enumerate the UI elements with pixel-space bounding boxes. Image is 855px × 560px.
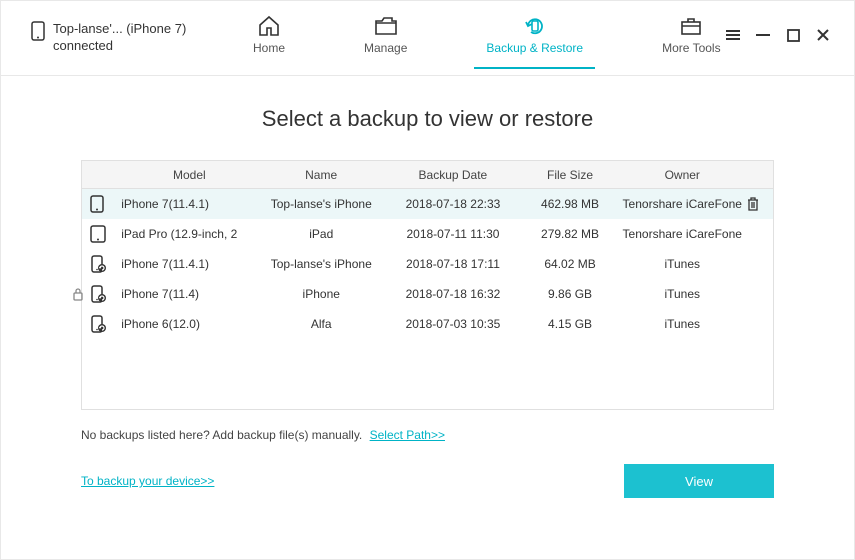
- titlebar: Top-lanse'... (iPhone 7) connected Home …: [1, 1, 854, 76]
- cell-owner: iTunes: [619, 287, 746, 301]
- cell-owner: Tenorshare iCareFone: [619, 227, 746, 241]
- table-row[interactable]: iPhone 6(12.0)Alfa2018-07-03 10:354.15 G…: [82, 309, 773, 339]
- phone-sync-icon: [90, 255, 106, 273]
- phone-icon: [90, 195, 104, 213]
- cell-date: 2018-07-18 17:11: [385, 257, 522, 271]
- tab-more-tools-label: More Tools: [662, 41, 720, 55]
- cell-model: iPhone 7(11.4.1): [121, 257, 258, 271]
- tablet-icon: [90, 225, 106, 243]
- lock-icon: [81, 287, 84, 301]
- cell-size: 9.86 GB: [521, 287, 619, 301]
- backup-table: Model Name Backup Date File Size Owner i…: [81, 160, 774, 410]
- tab-more-tools[interactable]: More Tools: [650, 7, 732, 69]
- cell-model: iPhone 6(12.0): [121, 317, 258, 331]
- tab-home[interactable]: Home: [241, 7, 297, 69]
- device-status: connected: [53, 38, 186, 55]
- menu-icon[interactable]: [724, 26, 742, 44]
- cell-model: iPad Pro (12.9-inch, 2: [121, 227, 258, 241]
- cell-model: iPhone 7(11.4.1): [121, 197, 258, 211]
- folder-icon: [374, 15, 398, 37]
- cell-size: 64.02 MB: [521, 257, 619, 271]
- cell-date: 2018-07-18 22:33: [385, 197, 522, 211]
- tab-manage[interactable]: Manage: [352, 7, 419, 69]
- cell-size: 4.15 GB: [521, 317, 619, 331]
- to-backup-link[interactable]: To backup your device>>: [81, 474, 214, 488]
- table-row[interactable]: iPad Pro (12.9-inch, 2iPad2018-07-11 11:…: [82, 219, 773, 249]
- select-path-link[interactable]: Select Path>>: [370, 428, 445, 442]
- cell-date: 2018-07-03 10:35: [385, 317, 522, 331]
- phone-sync-icon: [90, 315, 106, 333]
- cell-date: 2018-07-11 11:30: [385, 227, 522, 241]
- tab-manage-label: Manage: [364, 41, 407, 55]
- minimize-icon[interactable]: [754, 26, 772, 44]
- toolbox-icon: [679, 15, 703, 37]
- view-button[interactable]: View: [624, 464, 774, 498]
- phone-sync-icon: [90, 285, 106, 303]
- table-row[interactable]: iPhone 7(11.4.1)Top-lanse's iPhone2018-0…: [82, 189, 773, 219]
- delete-icon[interactable]: [746, 196, 773, 212]
- col-name: Name: [258, 168, 385, 182]
- device-name: Top-lanse'... (iPhone 7): [53, 21, 186, 38]
- cell-name: iPad: [258, 227, 385, 241]
- home-icon: [257, 15, 281, 37]
- cell-owner: Tenorshare iCareFone: [619, 197, 746, 211]
- cell-size: 279.82 MB: [521, 227, 619, 241]
- tab-backup-restore[interactable]: Backup & Restore: [474, 7, 595, 69]
- footer-manual: No backups listed here? Add backup file(…: [81, 428, 774, 442]
- cell-size: 462.98 MB: [521, 197, 619, 211]
- cell-name: Top-lanse's iPhone: [258, 197, 385, 211]
- page-title: Select a backup to view or restore: [81, 106, 774, 132]
- table-body: iPhone 7(11.4.1)Top-lanse's iPhone2018-0…: [82, 189, 773, 339]
- close-icon[interactable]: [814, 26, 832, 44]
- col-date: Backup Date: [385, 168, 522, 182]
- cell-name: iPhone: [258, 287, 385, 301]
- cell-model: iPhone 7(11.4): [121, 287, 258, 301]
- manual-text: No backups listed here? Add backup file(…: [81, 428, 362, 442]
- table-row[interactable]: iPhone 7(11.4)iPhone2018-07-18 16:329.86…: [82, 279, 773, 309]
- backup-restore-icon: [522, 15, 548, 37]
- cell-owner: iTunes: [619, 317, 746, 331]
- col-owner: Owner: [619, 168, 746, 182]
- content: Select a backup to view or restore Model…: [1, 76, 854, 518]
- device-info: Top-lanse'... (iPhone 7) connected: [31, 21, 241, 55]
- cell-name: Top-lanse's iPhone: [258, 257, 385, 271]
- col-size: File Size: [521, 168, 619, 182]
- tab-home-label: Home: [253, 41, 285, 55]
- cell-name: Alfa: [258, 317, 385, 331]
- window-controls: [724, 26, 832, 44]
- cell-owner: iTunes: [619, 257, 746, 271]
- table-header: Model Name Backup Date File Size Owner: [82, 161, 773, 189]
- table-row[interactable]: iPhone 7(11.4.1)Top-lanse's iPhone2018-0…: [82, 249, 773, 279]
- col-model: Model: [121, 168, 258, 182]
- cell-date: 2018-07-18 16:32: [385, 287, 522, 301]
- tab-backup-restore-label: Backup & Restore: [486, 41, 583, 55]
- device-icon: [31, 21, 45, 41]
- maximize-icon[interactable]: [784, 26, 802, 44]
